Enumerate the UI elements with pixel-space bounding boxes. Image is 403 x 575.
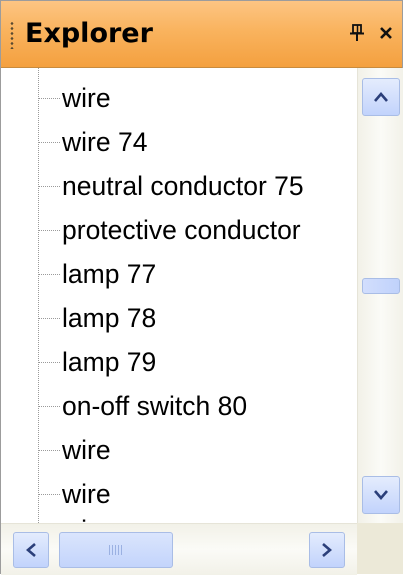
tree-item[interactable]: wire [38, 428, 111, 472]
tree-connector [38, 97, 60, 99]
vertical-scroll-thumb[interactable] [362, 278, 400, 294]
tree-item[interactable]: neutral conductor 75 [38, 164, 304, 208]
explorer-panel: Explorer wire wire 74 neutral conductor … [0, 0, 403, 575]
thumb-grip-icon [109, 545, 123, 555]
scroll-left-button[interactable] [13, 532, 49, 568]
tree-item[interactable]: lamp 78 [38, 296, 156, 340]
tree-connector [38, 273, 60, 275]
chevron-up-icon [374, 92, 388, 102]
scroll-down-button[interactable] [362, 476, 400, 514]
vertical-scrollbar[interactable] [357, 68, 403, 523]
pin-button[interactable] [344, 19, 370, 47]
tree-item-label: wire [62, 83, 111, 113]
scrollbar-corner [357, 523, 403, 574]
tree-connector [38, 141, 60, 143]
pin-icon [350, 24, 364, 41]
tree-connector [38, 361, 60, 363]
tree-connector [38, 405, 60, 407]
tree-item[interactable]: wire [38, 76, 111, 120]
close-button[interactable] [373, 19, 399, 47]
drag-grip[interactable] [10, 21, 14, 49]
tree-item-label: protective conductor [62, 215, 301, 245]
tree-item[interactable]: wire [38, 508, 111, 523]
tree-item-label: on-off switch 80 [62, 391, 248, 421]
tree-item[interactable]: lamp 79 [38, 340, 156, 384]
tree-connector [38, 185, 60, 187]
scroll-right-button[interactable] [309, 532, 345, 568]
tree-connector [38, 317, 60, 319]
tree-item-label: lamp 78 [62, 303, 157, 333]
tree-connector [38, 493, 60, 495]
chevron-down-icon [374, 490, 388, 500]
tree-item-label: wire [62, 514, 111, 523]
tree-item-label: lamp 79 [62, 347, 157, 377]
tree-item-label: wire [62, 479, 111, 509]
horizontal-scrollbar[interactable] [1, 523, 357, 575]
tree-item-label: wire 74 [62, 127, 148, 157]
chevron-right-icon [322, 543, 332, 557]
panel-title: Explorer [25, 18, 153, 49]
tree-item-label: neutral conductor 75 [62, 171, 304, 201]
tree-item[interactable]: on-off switch 80 [38, 384, 247, 428]
tree-item-label: wire [62, 435, 111, 465]
horizontal-scroll-thumb[interactable] [59, 532, 173, 568]
scroll-up-button[interactable] [362, 78, 400, 116]
tree-view[interactable]: wire wire 74 neutral conductor 75 protec… [1, 68, 357, 523]
tree-item[interactable]: protective conductor [38, 208, 301, 252]
close-icon [380, 27, 392, 39]
tree-connector [38, 449, 60, 451]
tree-connector [38, 229, 60, 231]
tree-item[interactable]: wire 74 [38, 120, 147, 164]
chevron-left-icon [26, 543, 36, 557]
tree-item[interactable]: lamp 77 [38, 252, 156, 296]
tree-item-label: lamp 77 [62, 259, 157, 289]
title-bar: Explorer [1, 1, 402, 68]
